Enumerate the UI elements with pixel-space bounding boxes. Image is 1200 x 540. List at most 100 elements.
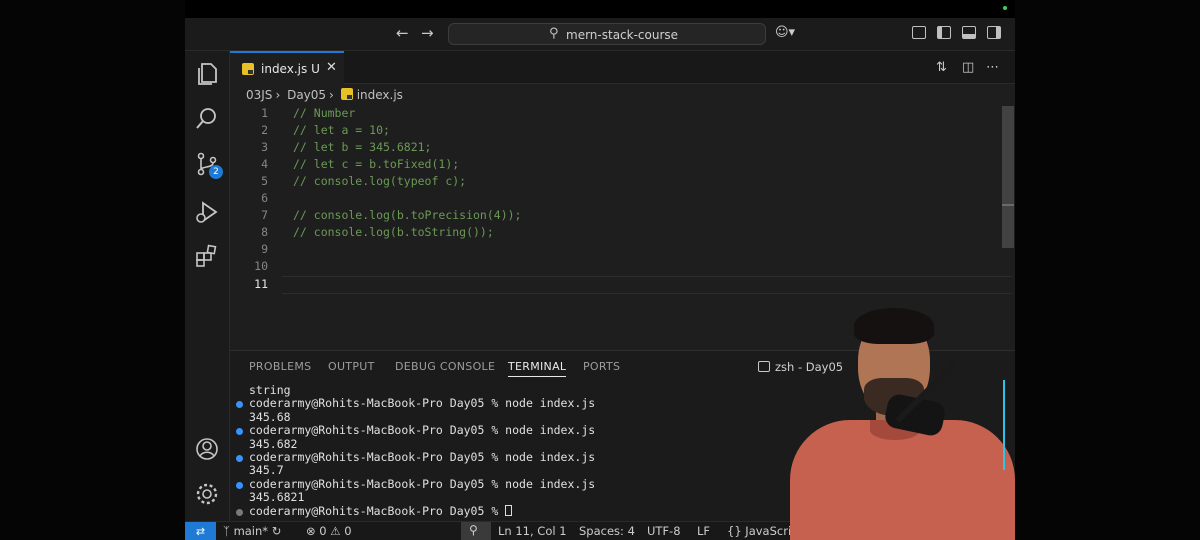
code-line: 2 // let a = 10; [230, 123, 1015, 140]
code-line: 3 // let b = 345.6821; [230, 140, 1015, 157]
breadcrumb-item[interactable]: Day05 [287, 88, 326, 102]
scrollbar-cursor-marker [1002, 204, 1014, 206]
code-line: 5 // console.log(typeof c); [230, 174, 1015, 191]
copilot-icon[interactable]: ☺▾ [775, 25, 795, 40]
terminal-icon [758, 361, 770, 372]
source-control-item[interactable]: 2 [185, 151, 230, 191]
breadcrumb-item[interactable]: 03JS [246, 88, 272, 102]
toggle-panel-icon[interactable] [962, 26, 976, 39]
line-number: 1 [261, 106, 268, 120]
line-number: 10 [254, 259, 268, 273]
search-icon: ⚲ [549, 26, 559, 41]
code-text: // Number [293, 106, 356, 120]
code-line: 7 // console.log(b.toPrecision(4)); [230, 208, 1015, 225]
split-editor-icon[interactable]: ◫ [962, 60, 974, 75]
terminal-line: coderarmy@Rohits-MacBook-Pro Day05 % nod… [236, 477, 595, 491]
toggle-primary-sidebar-icon[interactable] [937, 26, 951, 39]
code-line: 6 [230, 191, 1015, 208]
more-actions-icon[interactable]: ⋯ [986, 60, 999, 75]
line-number: 9 [261, 242, 268, 256]
tab-file-name: index.js [261, 62, 308, 76]
arrow-right-icon[interactable]: → [421, 24, 434, 42]
run-debug-icon[interactable] [194, 199, 220, 225]
code-text: // console.log(typeof c); [293, 174, 467, 188]
customize-layout-icon[interactable] [912, 26, 926, 39]
cursor-position[interactable]: Ln 11, Col 1 [498, 524, 567, 538]
terminal-line: 345.68 [249, 409, 595, 424]
line-number: 2 [261, 123, 268, 137]
editor-tab-bar: index.js U ✕ ⇅ ◫ ⋯ [230, 51, 1015, 84]
activity-bar: 2 [185, 51, 230, 521]
warning-icon: ⚠ [330, 524, 341, 538]
code-line: 10 [230, 259, 1015, 276]
terminal-instance[interactable]: zsh - Day05 [758, 360, 843, 374]
terminal-output[interactable]: string coderarmy@Rohits-MacBook-Pro Day0… [236, 383, 596, 518]
javascript-file-icon [242, 63, 254, 75]
line-number: 4 [261, 157, 268, 171]
search-icon[interactable] [194, 106, 220, 132]
terminal-text: 345.6821 [249, 490, 305, 505]
tab-problems[interactable]: PROBLEMS [249, 360, 311, 373]
tab-ports[interactable]: PORTS [583, 360, 620, 373]
tab-output[interactable]: OUTPUT [328, 360, 375, 373]
tab-status: U [311, 62, 320, 76]
sync-icon: ↻ [271, 524, 282, 538]
terminal-name: zsh - Day05 [775, 360, 844, 374]
breadcrumb: 03JS › Day05 › index.js [246, 88, 406, 102]
line-number: 3 [261, 140, 268, 154]
code-line: 4 // let c = b.toFixed(1); [230, 157, 1015, 174]
chevron-right-icon: › [275, 88, 281, 102]
chevron-right-icon: › [329, 88, 334, 102]
warning-count: 0 [344, 524, 352, 538]
terminal-text: string [249, 383, 291, 397]
command-decoration-icon[interactable] [236, 455, 243, 463]
video-letterbox-top [185, 0, 1015, 18]
command-decoration-icon[interactable] [236, 481, 243, 489]
end-of-line[interactable]: LF [697, 524, 710, 538]
close-icon[interactable]: ✕ [326, 60, 337, 75]
command-decoration-icon[interactable] [236, 428, 243, 436]
breadcrumb-item[interactable]: index.js [357, 88, 403, 102]
terminal-line: 345.682 [249, 437, 595, 451]
terminal-line: coderarmy@Rohits-MacBook-Pro Day05 % nod… [236, 396, 596, 411]
line-number: 8 [261, 225, 268, 239]
line-number: 7 [261, 208, 268, 222]
code-line: 1 // Number [230, 106, 1015, 123]
tab-index-js[interactable]: index.js U ✕ [230, 51, 344, 84]
remote-indicator-icon[interactable]: ⇄ [185, 522, 216, 540]
code-line: 8 // console.log(b.toString()); [230, 225, 1015, 242]
javascript-file-icon [340, 88, 353, 100]
camera-indicator [1003, 6, 1007, 10]
toggle-secondary-sidebar-icon[interactable] [987, 26, 1001, 39]
accounts-icon[interactable] [194, 436, 220, 462]
editor-scrollbar[interactable] [1002, 106, 1014, 248]
explorer-icon[interactable] [194, 61, 220, 87]
terminal-text: 345.68 [249, 409, 291, 424]
problems-indicator[interactable]: ⊗ 0 ⚠ 0 [306, 524, 352, 538]
code-text: // let b = 345.6821; [293, 140, 432, 154]
arrow-left-icon[interactable]: ← [396, 24, 409, 42]
terminal-line: 345.7 [249, 464, 595, 477]
zoom-icon[interactable]: ⚲ [461, 522, 491, 540]
open-changes-icon[interactable]: ⇅ [936, 60, 947, 75]
search-label: mern-stack-course [566, 28, 679, 42]
terminal-text: coderarmy@Rohits-MacBook-Pro Day05 % [249, 503, 506, 518]
terminal-cursor [505, 504, 513, 516]
indentation[interactable]: Spaces: 4 [579, 524, 635, 538]
encoding[interactable]: UTF-8 [647, 524, 681, 538]
terminal-line: 345.6821 [249, 491, 595, 504]
branch-indicator[interactable]: ᛉ main* ↻ [223, 524, 281, 538]
extensions-icon[interactable] [194, 243, 220, 269]
tab-terminal[interactable]: TERMINAL [508, 360, 567, 377]
terminal-text: coderarmy@Rohits-MacBook-Pro Day05 % nod… [249, 450, 596, 465]
terminal-prompt-line: coderarmy@Rohits-MacBook-Pro Day05 % [236, 503, 595, 518]
tab-debug-console[interactable]: DEBUG CONSOLE [395, 360, 495, 373]
terminal-text: coderarmy@Rohits-MacBook-Pro Day05 % nod… [249, 396, 596, 411]
command-decoration-icon[interactable] [236, 508, 243, 516]
command-center-search[interactable]: ⚲ mern-stack-course [448, 23, 766, 45]
command-decoration-icon[interactable] [236, 401, 243, 409]
source-control-badge: 2 [209, 165, 223, 179]
terminal-line: coderarmy@Rohits-MacBook-Pro Day05 % nod… [236, 450, 596, 465]
branch-name: main* [233, 524, 269, 538]
settings-gear-icon[interactable] [194, 481, 220, 507]
